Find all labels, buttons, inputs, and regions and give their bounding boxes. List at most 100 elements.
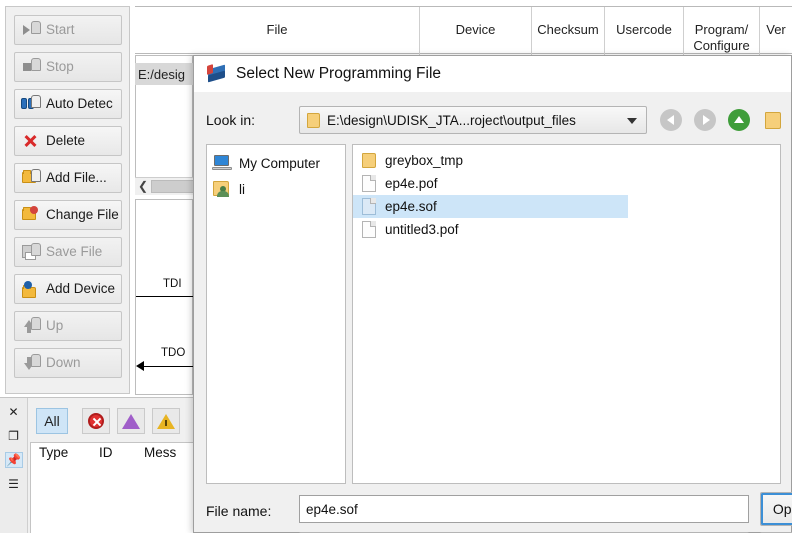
delete-button-label: Delete	[46, 133, 86, 149]
dock-rail: ✕ ❐ 📌 ☰	[0, 398, 28, 533]
parent-directory-button[interactable]	[725, 106, 753, 134]
critical-warning-icon	[122, 413, 140, 429]
arrow-up-icon	[21, 317, 41, 335]
filter-critical-button[interactable]	[117, 408, 145, 434]
message-column-message[interactable]: Mess	[144, 445, 176, 460]
sidebar-item-label: li	[239, 181, 245, 197]
file-name-label: File name:	[206, 503, 272, 519]
message-column-id[interactable]: ID	[99, 445, 113, 460]
save-file-button[interactable]: Save File	[14, 237, 122, 267]
quartus-logo-icon	[206, 64, 228, 84]
add-device-button[interactable]: Add Device	[14, 274, 122, 304]
move-down-button[interactable]: Down	[14, 348, 122, 378]
dialog-title-bar: Select New Programming File	[194, 56, 791, 92]
arrow-left-icon	[660, 109, 682, 131]
look-in-label: Look in:	[206, 112, 256, 128]
column-header-verify[interactable]: Ver	[760, 7, 792, 55]
computer-icon	[212, 155, 232, 171]
open-button[interactable]: Open	[760, 492, 792, 526]
change-file-icon	[21, 206, 41, 224]
select-programming-file-dialog: Select New Programming File Look in: E:\…	[193, 55, 792, 533]
dialog-body: Look in: E:\design\UDISK_JTA...roject\ou…	[194, 92, 792, 533]
new-folder-button[interactable]	[759, 106, 787, 134]
column-header-file[interactable]: File	[135, 7, 420, 55]
tdi-line	[136, 296, 194, 297]
stop-button[interactable]: Stop	[14, 52, 122, 82]
close-icon[interactable]: ✕	[5, 404, 23, 420]
change-file-button[interactable]: Change File	[14, 200, 122, 230]
look-in-combobox[interactable]: E:\design\UDISK_JTA...roject\output_file…	[299, 106, 647, 134]
save-file-button-label: Save File	[46, 244, 103, 260]
tdo-label: TDO	[161, 347, 186, 359]
error-icon	[88, 413, 104, 429]
list-item-label: greybox_tmp	[385, 153, 464, 168]
jtag-chain-diagram: TDI TDO	[135, 199, 194, 395]
file-name-input[interactable]	[299, 495, 749, 523]
sidebar-item-label: My Computer	[239, 155, 321, 171]
list-item-label: ep4e.sof	[385, 199, 437, 214]
user-folder-icon	[212, 180, 232, 198]
column-header-usercode[interactable]: Usercode	[605, 7, 684, 55]
filter-error-button[interactable]	[82, 408, 110, 434]
tdo-line	[144, 366, 194, 367]
add-file-button-label: Add File...	[46, 170, 107, 186]
message-column-type[interactable]: Type	[39, 445, 68, 460]
column-header-checksum[interactable]: Checksum	[532, 7, 605, 55]
auto-detect-button-label: Auto Detec	[46, 96, 113, 112]
arrow-right-icon	[694, 109, 716, 131]
folder-icon	[307, 112, 320, 128]
places-sidebar[interactable]: My Computer li	[206, 144, 346, 484]
forward-button[interactable]	[691, 106, 719, 134]
tdi-label: TDI	[163, 278, 182, 290]
open-button-label: Open	[772, 501, 792, 517]
warning-icon	[157, 413, 175, 429]
sidebar-item-my-computer[interactable]: My Computer	[212, 151, 320, 175]
list-item[interactable]: greybox_tmp	[353, 149, 628, 172]
file-icon	[362, 175, 376, 192]
file-icon	[362, 221, 376, 238]
delete-button[interactable]: Delete	[14, 126, 122, 156]
menu-icon[interactable]: ☰	[5, 476, 23, 492]
auto-detect-button[interactable]: Auto Detec	[14, 89, 122, 119]
pin-icon[interactable]: 📌	[4, 452, 23, 468]
dialog-title: Select New Programming File	[236, 65, 442, 82]
start-button-label: Start	[46, 22, 75, 38]
tdo-arrow-icon	[136, 361, 144, 371]
messages-table: Type ID Mess	[30, 442, 196, 533]
filter-warning-button[interactable]	[152, 408, 180, 434]
chevron-down-icon[interactable]	[627, 118, 637, 124]
look-in-path: E:\design\UDISK_JTA...roject\output_file…	[327, 112, 576, 128]
new-folder-icon	[765, 111, 781, 129]
list-item-selected[interactable]: ep4e.sof	[353, 195, 628, 218]
programmer-horizontal-scrollbar[interactable]: ❮	[135, 177, 195, 195]
programmer-table-header: File Device Checksum Usercode Program/ C…	[135, 6, 792, 55]
list-item[interactable]: ep4e.pof	[353, 172, 628, 195]
arrow-down-icon	[21, 354, 41, 372]
scroll-left-icon[interactable]: ❮	[138, 180, 148, 192]
back-button[interactable]	[657, 106, 685, 134]
filter-all-button[interactable]: All	[36, 408, 68, 434]
file-list-panel[interactable]: greybox_tmp ep4e.pof ep4e.sof untitled3.…	[352, 144, 781, 484]
move-up-button-label: Up	[46, 318, 64, 334]
list-item[interactable]: untitled3.pof	[353, 218, 628, 241]
restore-icon[interactable]: ❐	[5, 428, 23, 444]
auto-detect-icon	[21, 95, 41, 113]
programmer-file-cell[interactable]: E:/desig	[135, 63, 193, 85]
play-icon	[21, 21, 41, 39]
messages-filter-toolbar: All	[30, 404, 196, 438]
add-device-icon	[21, 280, 41, 298]
stop-button-label: Stop	[46, 59, 74, 75]
folder-icon	[362, 153, 376, 168]
column-header-program-configure[interactable]: Program/ Configure	[684, 7, 760, 55]
messages-dock: ✕ ❐ 📌 ☰ All Type ID Mess	[0, 397, 196, 533]
column-header-device[interactable]: Device	[420, 7, 532, 55]
start-button[interactable]: Start	[14, 15, 122, 45]
move-up-button[interactable]: Up	[14, 311, 122, 341]
stop-icon	[21, 58, 41, 76]
scrollbar-thumb[interactable]	[151, 180, 195, 193]
sidebar-item-li[interactable]: li	[212, 177, 245, 201]
add-device-button-label: Add Device	[46, 281, 116, 297]
add-file-button[interactable]: Add File...	[14, 163, 122, 193]
change-file-button-label: Change File	[46, 207, 119, 223]
delete-x-icon	[21, 132, 41, 150]
